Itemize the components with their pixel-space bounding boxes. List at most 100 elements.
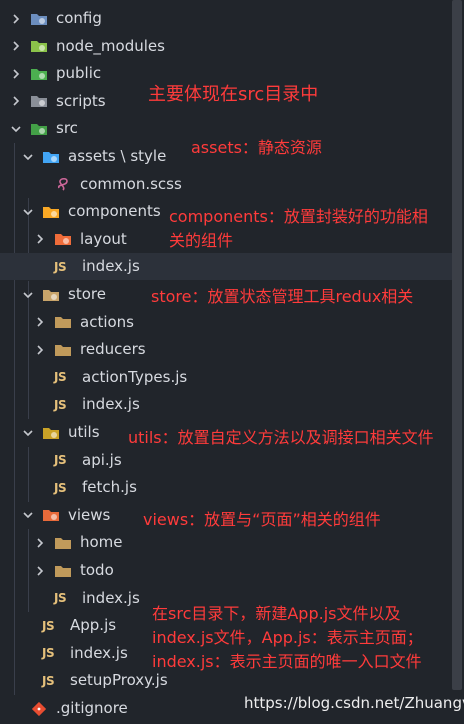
chevron-right-icon[interactable] — [8, 11, 24, 27]
folder-node-icon — [30, 38, 48, 54]
folder-utils-icon — [42, 425, 60, 441]
tree-item-actiontypes-js[interactable]: JS actionTypes.js — [0, 364, 452, 391]
js-file-icon: JS — [54, 397, 67, 412]
tree-item-label: views — [68, 505, 111, 524]
chevron-down-icon[interactable] — [20, 149, 36, 165]
tree-item-label: App.js — [70, 616, 117, 635]
folder-icon — [54, 535, 72, 551]
js-file-icon: JS — [54, 591, 67, 606]
sass-file-icon — [54, 176, 72, 192]
tree-item-label: public — [56, 64, 102, 83]
tree-item-label: assets \ style — [68, 147, 167, 165]
chevron-down-icon[interactable] — [20, 287, 36, 303]
annotation-bottom-line3: index.js：表示主页面的唯一入口文件 — [152, 652, 422, 671]
tree-item-home[interactable]: home — [0, 529, 452, 556]
annotation-components-line2: 关的组件 — [169, 231, 234, 250]
chevron-right-icon[interactable] — [32, 535, 48, 551]
tree-item-label: actions — [80, 312, 134, 331]
tree-item-label: config — [56, 9, 102, 27]
tree-item-todo[interactable]: todo — [0, 557, 452, 584]
tree-item-label: .gitignore — [56, 699, 128, 717]
folder-icon — [54, 342, 72, 358]
tree-item-label: reducers — [80, 340, 146, 359]
tree-item-label: index.js — [82, 395, 140, 414]
tree-item-label: fetch.js — [82, 478, 137, 497]
file-explorer-screenshot: config node_modulespublic scripts src assets… — [0, 0, 464, 724]
git-file-icon — [30, 701, 48, 717]
js-file-icon: JS — [54, 453, 67, 468]
js-file-icon: JS — [42, 673, 55, 688]
tree-item-label: common.scss — [80, 174, 182, 193]
js-file-icon: JS — [54, 480, 67, 495]
tree-item-config[interactable]: config — [0, 5, 452, 32]
chevron-right-icon[interactable] — [8, 66, 24, 82]
tree-item-node-modules[interactable]: node_modules — [0, 33, 452, 60]
tree-item-label: src — [56, 119, 78, 138]
tree-item-label: index.js — [82, 257, 140, 276]
folder-views-icon — [42, 507, 60, 523]
chevron-down-icon[interactable] — [20, 425, 36, 441]
chevron-right-icon[interactable] — [32, 314, 48, 330]
js-file-icon: JS — [42, 646, 55, 661]
js-file-icon: JS — [54, 370, 67, 385]
tree-item-index-js[interactable]: JS index.js — [0, 391, 452, 418]
annotation-bottom-line2: index.js文件，App.js：表示主页面； — [152, 628, 423, 647]
tree-item-label: scripts — [56, 91, 106, 110]
folder-icon — [54, 314, 72, 330]
tree-item-label: home — [80, 533, 123, 552]
annotation-bottom-line1: 在src目录下，新建App.js文件以及 — [152, 604, 401, 623]
chevron-right-icon[interactable] — [8, 93, 24, 109]
folder-components-icon — [42, 204, 60, 220]
js-file-icon: JS — [54, 259, 67, 274]
chevron-right-icon[interactable] — [32, 342, 48, 358]
chevron-down-icon[interactable] — [20, 204, 36, 220]
folder-config-icon — [30, 11, 48, 27]
tree-item-api-js[interactable]: JS api.js — [0, 447, 452, 474]
chevron-right-icon[interactable] — [32, 231, 48, 247]
folder-layout-icon — [54, 231, 72, 247]
tree-item-index-js[interactable]: JS index.js — [0, 253, 452, 281]
chevron-down-icon[interactable] — [20, 507, 36, 523]
tree-item-fetch-js[interactable]: JS fetch.js — [0, 474, 452, 501]
chevron-right-icon[interactable] — [32, 563, 48, 579]
chevron-down-icon[interactable] — [8, 121, 24, 137]
tree-item-label: api.js — [82, 450, 122, 469]
tree-item-label: todo — [80, 561, 114, 579]
annotation-components-line1: components：放置封装好的功能相 — [169, 207, 428, 226]
folder-icon — [54, 563, 72, 579]
tree-item-actions[interactable]: actions — [0, 309, 452, 336]
tree-item-label: store — [68, 285, 106, 303]
annotation-views: views：放置与“页面”相关的组件 — [143, 510, 381, 529]
annotation-utils: utils：放置自定义方法以及调接口相关文件 — [128, 428, 434, 447]
tree-item-label: components — [68, 202, 161, 221]
folder-scripts-icon — [30, 93, 48, 109]
annotation-src: 主要体现在src目录中 — [148, 84, 319, 105]
explorer-scrollbar[interactable] — [452, 0, 462, 690]
tree-item-label: node_modules — [56, 36, 165, 55]
folder-assets-icon — [42, 149, 60, 165]
tree-item-label: index.js — [70, 643, 128, 662]
chevron-right-icon[interactable] — [8, 38, 24, 54]
watermark: https://blog.csdn.net/Zhuangvi — [244, 694, 464, 712]
tree-item-reducers[interactable]: reducers — [0, 336, 452, 363]
folder-store-icon — [42, 287, 60, 303]
annotation-store: store：放置状态管理工具redux相关 — [151, 287, 414, 306]
tree-item-label: actionTypes.js — [82, 367, 188, 386]
folder-src-icon — [30, 121, 48, 137]
annotation-assets: assets：静态资源 — [191, 138, 322, 157]
js-file-icon: JS — [42, 618, 55, 633]
tree-item-label: index.js — [82, 588, 140, 607]
folder-public-icon — [30, 66, 48, 82]
tree-item-common-scss[interactable]: common.scss — [0, 171, 452, 198]
